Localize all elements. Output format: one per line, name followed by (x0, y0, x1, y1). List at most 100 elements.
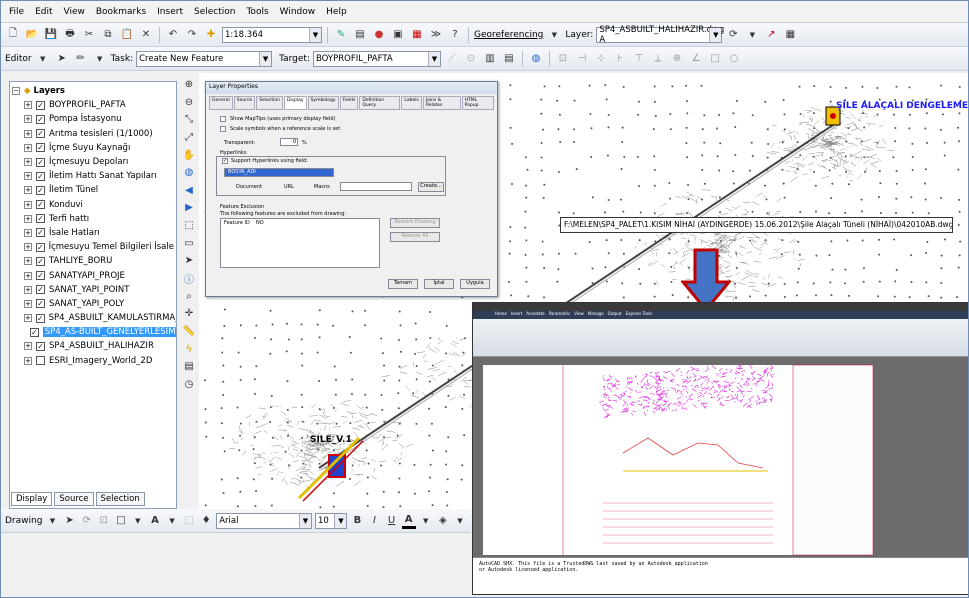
tab-source[interactable]: Source (54, 492, 94, 506)
snap-midpoint-icon[interactable]: ⊦ (612, 51, 628, 67)
tab-source[interactable]: Source (233, 96, 256, 110)
delete-icon[interactable]: ✕ (138, 27, 154, 43)
time-slider-icon[interactable]: ◷ (182, 378, 196, 392)
menu-edit[interactable]: Edit (31, 5, 56, 19)
tab-labels[interactable]: Labels (401, 96, 422, 110)
forward-icon[interactable]: ▶ (182, 201, 196, 215)
toc-layer-item[interactable]: ✓ SP4_AS-BUILT_GENELYERLESIMI (10, 325, 176, 339)
task-combo[interactable]: Create New Feature ▼ (136, 50, 273, 67)
georeferencing-menu[interactable]: Georeferencing (474, 30, 543, 40)
expand-icon[interactable]: + (24, 200, 32, 209)
link-table-icon[interactable]: ▦ (782, 27, 798, 43)
python-icon[interactable]: ≫ (428, 27, 444, 43)
chevron-down-icon[interactable]: ▼ (744, 27, 760, 43)
apply-button[interactable]: Uygula (460, 279, 490, 289)
toc-layer-item[interactable]: + ✓ İçmesuyu Temel Bilgileri İsale h (10, 240, 176, 254)
fixed-zoom-out-icon[interactable]: ⤢ (182, 131, 196, 145)
toc-layer-item[interactable]: + ✓ İçme Suyu Kaynağı (10, 141, 176, 155)
layer-visibility-checkbox[interactable]: ✓ (36, 256, 45, 266)
chevron-down-icon[interactable]: ▼ (453, 513, 467, 529)
rectangle-icon[interactable]: □ (114, 513, 128, 529)
expand-icon[interactable]: + (24, 356, 32, 365)
whats-this-icon[interactable]: ? (447, 27, 463, 43)
menu-tools[interactable]: Tools (242, 5, 272, 19)
toc-layer-item[interactable]: + ✓ Terfi hattı (10, 212, 176, 226)
radio-url[interactable]: URL (284, 184, 294, 190)
tab-fields[interactable]: Fields (339, 96, 359, 110)
goto-xy-icon[interactable]: ✛ (182, 307, 196, 321)
tab-symbology[interactable]: Symbology (307, 96, 339, 110)
chevron-down-icon[interactable]: ▼ (546, 27, 562, 43)
zoom-whole-page-icon[interactable]: ⊡ (97, 513, 111, 529)
expand-icon[interactable]: + (24, 186, 32, 195)
rotate-tool-icon[interactable]: ⊙ (463, 51, 479, 67)
add-control-points-icon[interactable]: ↗ (763, 27, 779, 43)
search-window-icon[interactable]: ▣ (390, 27, 406, 43)
layer-visibility-checkbox[interactable]: ✓ (36, 129, 45, 139)
rotate-icon[interactable]: ⟳ (725, 27, 741, 43)
menu-bookmarks[interactable]: Bookmarks (92, 5, 150, 19)
layer-visibility-checkbox[interactable]: ✓ (36, 341, 45, 351)
toc-layer-item[interactable]: + ✓ İletim Hattı Sanat Yapıları (10, 169, 176, 183)
layers-root[interactable]: − ◆ Layers (10, 84, 176, 98)
snap-end-icon[interactable]: ⊣ (574, 51, 590, 67)
menu-selection[interactable]: Selection (190, 5, 239, 19)
tab-general[interactable]: General (209, 96, 233, 110)
tab-selection[interactable]: Selection (256, 96, 283, 110)
sketch-tool-icon[interactable]: ✏ (73, 51, 89, 67)
back-icon[interactable]: ◀ (182, 184, 196, 198)
layer-visibility-checkbox[interactable]: ✓ (35, 313, 45, 323)
layer-visibility-checkbox[interactable]: ✓ (36, 185, 45, 195)
tab-html-popup[interactable]: HTML Popup (461, 96, 494, 110)
print-icon[interactable]: 🖶 (62, 27, 78, 43)
expand-icon[interactable]: + (24, 214, 32, 223)
toc-layer-item[interactable]: + ✓ SANAT_YAPI_POINT (10, 283, 176, 297)
expand-icon[interactable]: + (24, 299, 32, 308)
toc-layer-item[interactable]: + ✓ Arıtma tesisleri (1/1000) (10, 127, 176, 141)
clear-selection-icon[interactable]: ▭ (182, 236, 196, 250)
open-folder-icon[interactable]: 📂 (24, 27, 40, 43)
restore-all-button[interactable]: Restore All (390, 232, 440, 242)
chevron-down-icon[interactable]: ▼ (35, 51, 51, 67)
maptips-checkbox[interactable] (220, 116, 226, 122)
expand-icon[interactable]: + (24, 115, 32, 124)
attributes-icon[interactable]: ▥ (482, 51, 498, 67)
hyperlink-icon[interactable]: ϟ (182, 342, 196, 356)
snap-vertex-icon[interactable]: ⊹ (593, 51, 609, 67)
html-popup-icon[interactable]: ▤ (182, 360, 196, 374)
toc-layer-item[interactable]: + ESRI_Imagery_World_2D (10, 354, 176, 368)
trace-icon[interactable]: ⟂ (650, 51, 666, 67)
select-elements-icon[interactable]: ➤ (182, 254, 196, 268)
expand-icon[interactable]: + (24, 228, 32, 237)
layer-visibility-checkbox[interactable]: ✓ (36, 228, 45, 238)
layer-visibility-checkbox[interactable]: ✓ (36, 157, 45, 167)
toc-layer-item[interactable]: + ✓ İsale Hatları (10, 226, 176, 240)
select-features-icon[interactable]: ⬚ (182, 219, 196, 233)
arctoolbox-icon[interactable]: ▦ (409, 27, 425, 43)
expand-icon[interactable]: + (24, 101, 32, 110)
zoom-out-icon[interactable]: ⊖ (182, 96, 196, 110)
tab-definition-query[interactable]: Definition Query (359, 96, 401, 110)
zoom-in-icon[interactable]: ⊕ (182, 78, 196, 92)
toc-layer-item[interactable]: + ✓ TAHLIYE_BORU (10, 254, 176, 268)
toc-layer-item[interactable]: + ✓ BOYPROFIL_PAFTA (10, 98, 176, 112)
toc-layer-item[interactable]: + ✓ SP4_ASBUILT_KAMULASTIRMA_ (10, 311, 176, 325)
georef-layer-combo[interactable]: SP4_ASBUILT_HALIHAZIR.dwg A ▼ (596, 25, 724, 45)
expand-icon[interactable]: + (24, 158, 32, 167)
measure-icon[interactable]: 📏 (182, 325, 196, 339)
fill-color-icon[interactable]: ◈ (436, 513, 450, 529)
layer-visibility-checkbox[interactable]: ✓ (36, 299, 45, 309)
scale-symbols-checkbox[interactable] (220, 126, 226, 132)
layer-visibility-checkbox[interactable] (36, 356, 45, 366)
toc-layer-item[interactable]: + ✓ İletim Tünel (10, 183, 176, 197)
toc-layer-item[interactable]: + ✓ Konduvi (10, 198, 176, 212)
tab-display[interactable]: Display (11, 492, 53, 506)
expand-icon[interactable]: + (24, 172, 32, 181)
split-tool-icon[interactable]: ⟋ (444, 51, 460, 67)
cut-icon[interactable]: ✂ (81, 27, 97, 43)
layer-visibility-checkbox[interactable]: ✓ (36, 285, 45, 295)
add-data-icon[interactable]: ✚ (203, 27, 219, 43)
target-combo[interactable]: BOYPROFIL_PAFTA ▼ (313, 50, 441, 67)
map-scale-combo[interactable]: 1:18.364 ▼ (222, 26, 322, 43)
menu-view[interactable]: View (60, 5, 89, 19)
